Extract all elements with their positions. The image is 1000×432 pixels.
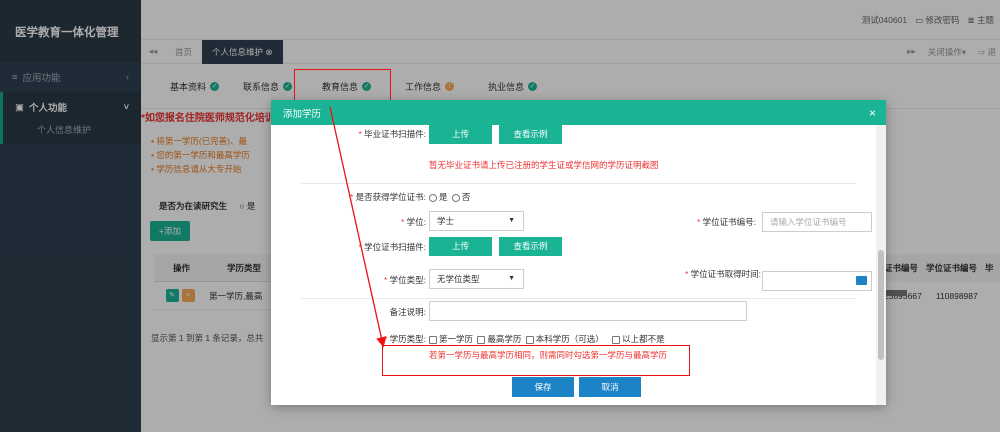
annotation-arrow (329, 106, 387, 348)
